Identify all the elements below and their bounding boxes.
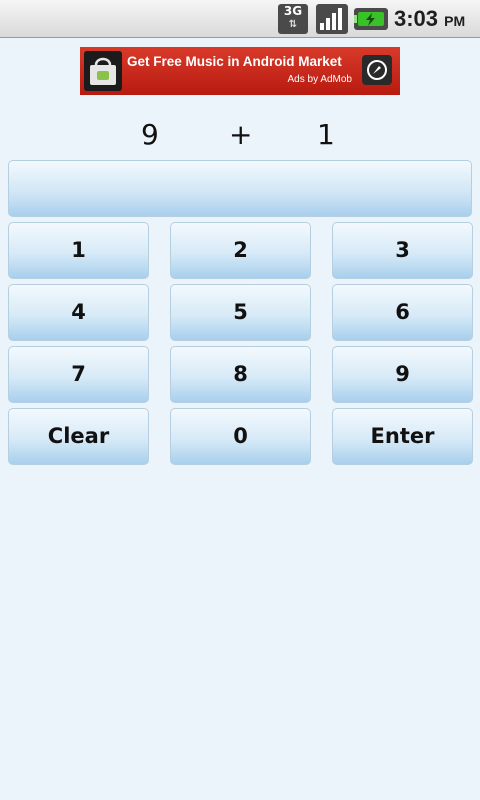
clock-time: 3:03 bbox=[394, 6, 439, 31]
ad-title: Get Free Music in Android Market bbox=[127, 54, 342, 69]
key-6-button[interactable]: 6 bbox=[332, 284, 473, 341]
key-7-button[interactable]: 7 bbox=[8, 346, 149, 403]
key-9-button[interactable]: 9 bbox=[332, 346, 473, 403]
ad-subtitle: Ads by AdMob bbox=[287, 74, 352, 85]
operator: + bbox=[229, 118, 253, 151]
clear-button[interactable]: Clear bbox=[8, 408, 149, 465]
key-4-button[interactable]: 4 bbox=[8, 284, 149, 341]
enter-button[interactable]: Enter bbox=[332, 408, 473, 465]
key-1-button[interactable]: 1 bbox=[8, 222, 149, 279]
network-type-label: 3G bbox=[283, 4, 303, 18]
status-bar: 3G ⇅ 3:03 PM bbox=[0, 0, 480, 38]
battery-charging-icon bbox=[354, 8, 388, 30]
ad-banner[interactable]: Get Free Music in Android Market Ads by … bbox=[80, 47, 400, 95]
key-2-button[interactable]: 2 bbox=[170, 222, 311, 279]
answer-display[interactable] bbox=[8, 160, 472, 217]
key-8-button[interactable]: 8 bbox=[170, 346, 311, 403]
operand-b: 1 bbox=[317, 118, 335, 151]
key-0-button[interactable]: 0 bbox=[170, 408, 311, 465]
signal-strength-icon bbox=[316, 4, 348, 34]
operand-a: 9 bbox=[141, 118, 159, 151]
status-clock: 3:03 PM bbox=[394, 5, 465, 35]
data-arrows-icon: ⇅ bbox=[288, 19, 298, 30]
android-market-bag-icon bbox=[84, 51, 122, 91]
key-5-button[interactable]: 5 bbox=[170, 284, 311, 341]
3g-data-icon: 3G ⇅ bbox=[278, 4, 308, 34]
clock-ampm: PM bbox=[444, 13, 466, 29]
key-3-button[interactable]: 3 bbox=[332, 222, 473, 279]
compass-icon bbox=[362, 55, 392, 85]
